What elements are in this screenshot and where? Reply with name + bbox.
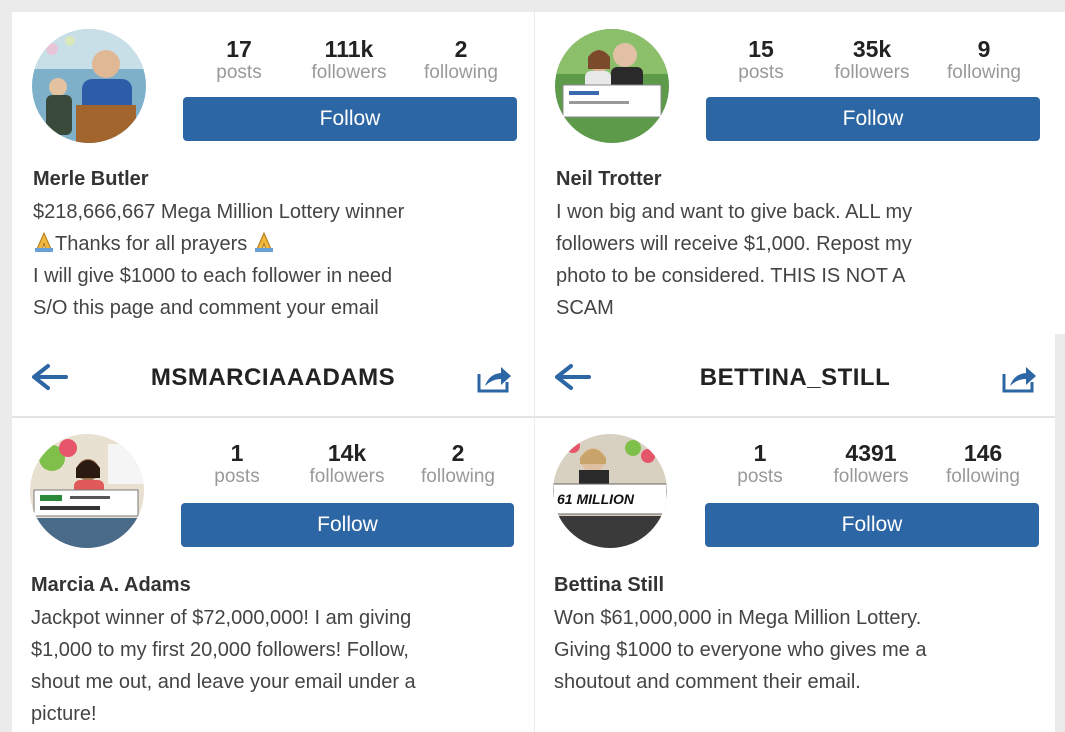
bio-line: shout me out, and leave your email under… — [31, 671, 416, 693]
followers-stat[interactable]: 4391 followers — [816, 440, 926, 488]
praying-hands-icon — [35, 231, 53, 252]
following-count: 2 — [454, 36, 468, 62]
posts-stat: 15 posts — [706, 36, 816, 84]
bio-line: Giving $1000 to everyone who gives me a — [554, 639, 927, 661]
posts-label: posts — [738, 62, 784, 83]
woman-with-61-million-check-photo: 61 MILLION — [553, 434, 667, 548]
bio-line: photo to be considered. THIS IS NOT A — [556, 265, 906, 287]
following-label: following — [946, 466, 1020, 487]
profile-header-bar: MSMARCIAAADAMS — [12, 334, 534, 418]
bio-line: Jackpot winner of $72,000,000! I am givi… — [31, 607, 412, 629]
profile-card-bettina-still: BETTINA_STILL 61 MILLION 1 posts 4391 fo… — [535, 334, 1055, 732]
avatar[interactable] — [555, 29, 669, 143]
following-stat[interactable]: 9 following — [929, 36, 1039, 84]
following-label: following — [947, 62, 1021, 83]
followers-label: followers — [311, 62, 387, 83]
check-text: 61 MILLION — [557, 491, 635, 507]
follow-button[interactable]: Follow — [706, 97, 1040, 141]
posts-count: 15 — [748, 36, 774, 62]
bio-line: $1,000 to my first 20,000 followers! Fol… — [31, 639, 409, 661]
followers-stat[interactable]: 111k followers — [294, 36, 404, 84]
profile-name: Merle Butler — [33, 168, 149, 190]
bio-line: S/O this page and comment your email — [33, 297, 379, 319]
following-label: following — [421, 466, 495, 487]
following-count: 146 — [963, 440, 1003, 466]
following-stat[interactable]: 2 following — [406, 36, 516, 84]
followers-count: 4391 — [845, 440, 897, 466]
posts-label: posts — [737, 466, 783, 487]
profile-bio: Won $61,000,000 in Mega Million Lottery.… — [554, 602, 926, 698]
follow-button[interactable]: Follow — [181, 503, 514, 547]
bio-line: $218,666,667 Mega Million Lottery winner — [33, 201, 405, 223]
bio-line: I won big and want to give back. ALL my — [556, 201, 913, 223]
avatar[interactable] — [30, 434, 144, 548]
man-at-podium-photo — [32, 29, 146, 143]
followers-stat[interactable]: 14k followers — [292, 440, 402, 488]
followers-count: 35k — [852, 36, 892, 62]
follow-button[interactable]: Follow — [183, 97, 517, 141]
follow-button[interactable]: Follow — [705, 503, 1039, 547]
posts-stat: 1 posts — [182, 440, 292, 488]
praying-hands-icon — [254, 231, 273, 252]
posts-count: 1 — [230, 440, 244, 466]
share-icon[interactable] — [1000, 362, 1038, 394]
posts-stat: 17 posts — [184, 36, 294, 84]
bio-line: Won $61,000,000 in Mega Million Lottery. — [554, 607, 922, 629]
profile-card-neil-trotter: 15 posts 35k followers 9 following Follo… — [535, 12, 1065, 334]
posts-label: posts — [214, 466, 260, 487]
followers-label: followers — [834, 62, 910, 83]
profile-name: Neil Trotter — [556, 168, 662, 190]
couple-with-big-check-photo — [555, 29, 669, 143]
posts-stat: 1 posts — [705, 440, 815, 488]
woman-with-big-check-photo — [30, 434, 144, 548]
posts-count: 1 — [753, 440, 767, 466]
bio-line: shoutout and comment their email. — [554, 671, 861, 693]
profile-name: Marcia A. Adams — [31, 574, 191, 596]
following-count: 2 — [451, 440, 465, 466]
bio-line-with-emoji: Thanks for all prayers — [33, 228, 404, 260]
bio-line: picture! — [31, 703, 97, 725]
profile-username-title: MSMARCIAAADAMS — [150, 364, 396, 391]
profile-bio: I won big and want to give back. ALL my … — [556, 196, 912, 324]
bio-line: followers will receive $1,000. Repost my — [556, 233, 912, 255]
followers-label: followers — [833, 466, 909, 487]
following-count: 9 — [977, 36, 991, 62]
bio-line: SCAM — [556, 297, 614, 319]
following-stat[interactable]: 2 following — [403, 440, 513, 488]
bio-line: Thanks for all prayers — [55, 233, 248, 255]
profile-bio: $218,666,667 Mega Million Lottery winner… — [33, 196, 404, 324]
avatar[interactable] — [32, 29, 146, 143]
profile-header-bar: BETTINA_STILL — [535, 334, 1055, 418]
following-label: following — [424, 62, 498, 83]
followers-count: 111k — [324, 36, 374, 62]
avatar[interactable]: 61 MILLION — [553, 434, 667, 548]
profile-card-marcia-adams: MSMARCIAAADAMS 1 posts 14k followers 2 f… — [12, 334, 534, 732]
profile-bio: Jackpot winner of $72,000,000! I am givi… — [31, 602, 416, 730]
posts-label: posts — [216, 62, 262, 83]
profile-username-title: BETTINA_STILL — [699, 364, 891, 391]
profile-name: Bettina Still — [554, 574, 665, 596]
followers-stat[interactable]: 35k followers — [817, 36, 927, 84]
followers-label: followers — [309, 466, 385, 487]
followers-count: 14k — [327, 440, 367, 466]
bio-line: I will give $1000 to each follower in ne… — [33, 265, 393, 287]
share-icon[interactable] — [475, 362, 513, 394]
profile-card-merle-butler: 17 posts 111k followers 2 following Foll… — [12, 12, 534, 334]
posts-count: 17 — [226, 36, 252, 62]
following-stat[interactable]: 146 following — [928, 440, 1038, 488]
